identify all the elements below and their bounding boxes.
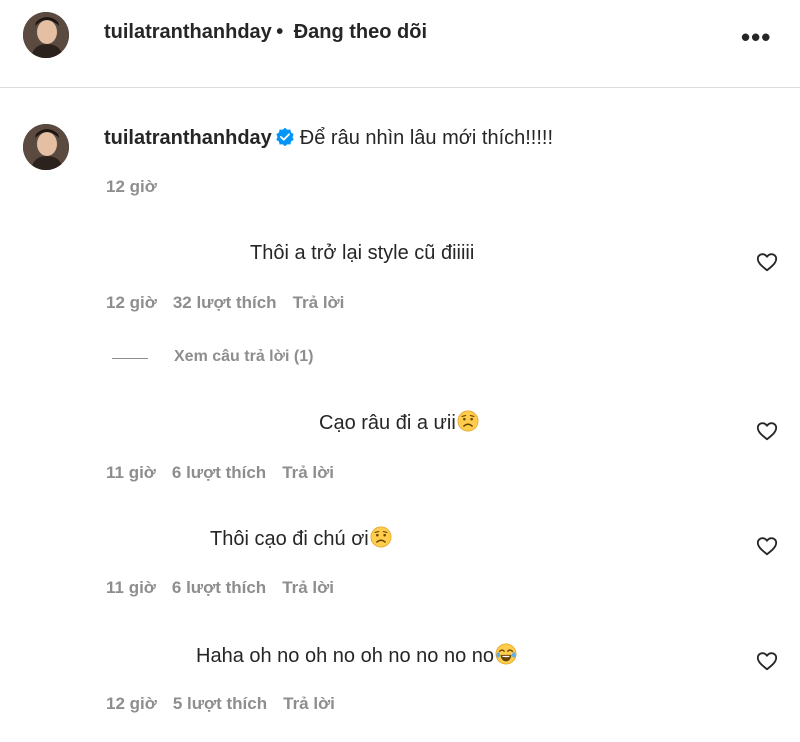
comment-time: 11 giờ — [106, 463, 156, 482]
comment-likes[interactable]: 5 lượt thích — [173, 694, 267, 713]
like-heart-icon[interactable] — [756, 650, 778, 672]
header-divider — [0, 87, 800, 88]
like-heart-icon[interactable] — [756, 420, 778, 442]
reply-button[interactable]: Trả lời — [283, 694, 335, 713]
comment-text: Cạo râu đi a ưii — [319, 410, 479, 435]
worried-face-emoji-icon — [370, 526, 392, 548]
comment-time: 12 giờ — [106, 293, 157, 312]
reply-button[interactable]: Trả lời — [293, 293, 345, 312]
comment-text: Thôi a trở lại style cũ điiiii — [250, 242, 475, 264]
worried-face-emoji-icon — [457, 410, 479, 432]
like-heart-icon[interactable] — [756, 251, 778, 273]
comment-text: Haha oh no oh no oh no no no no — [196, 643, 517, 668]
verified-badge-icon — [276, 128, 294, 146]
header-separator: • — [276, 21, 284, 43]
comment-meta: 11 giờ 6 lượt thích Trả lời — [106, 578, 350, 598]
caption-text: Để râu nhìn lâu mới thích!!!!! — [299, 127, 554, 149]
header-row: tuilatranthanhday • Đang theo dõi — [104, 21, 427, 44]
following-status[interactable]: Đang theo dõi — [294, 21, 427, 43]
reply-button[interactable]: Trả lời — [282, 463, 334, 482]
comment-likes[interactable]: 32 lượt thích — [173, 293, 277, 312]
comment-meta: 11 giờ 6 lượt thích Trả lời — [106, 463, 350, 483]
like-heart-icon[interactable] — [756, 535, 778, 557]
comment-time: 12 giờ — [106, 694, 157, 713]
comment-meta: 12 giờ 32 lượt thích Trả lời — [106, 293, 360, 313]
caption-time: 12 giờ — [106, 177, 157, 196]
caption-avatar[interactable] — [23, 124, 69, 170]
header-username[interactable]: tuilatranthanhday — [104, 21, 272, 43]
comment-time: 11 giờ — [106, 578, 156, 597]
caption-row: tuilatranthanhday Để râu nhìn lâu mới thí… — [104, 127, 553, 150]
tears-of-joy-emoji-icon — [495, 643, 517, 665]
view-replies-button[interactable]: Xem câu trả lời (1) — [174, 348, 313, 366]
replies-line — [112, 358, 148, 359]
reply-button[interactable]: Trả lời — [282, 578, 334, 597]
avatar[interactable] — [23, 12, 69, 58]
comment-meta: 12 giờ 5 lượt thích Trả lời — [106, 694, 351, 714]
comment-likes[interactable]: 6 lượt thích — [172, 463, 266, 482]
comment-text: Thôi cạo đi chú ơi — [210, 526, 392, 551]
caption-username[interactable]: tuilatranthanhday — [104, 127, 272, 149]
comment-likes[interactable]: 6 lượt thích — [172, 578, 266, 597]
more-options-icon[interactable]: ••• — [741, 24, 771, 50]
